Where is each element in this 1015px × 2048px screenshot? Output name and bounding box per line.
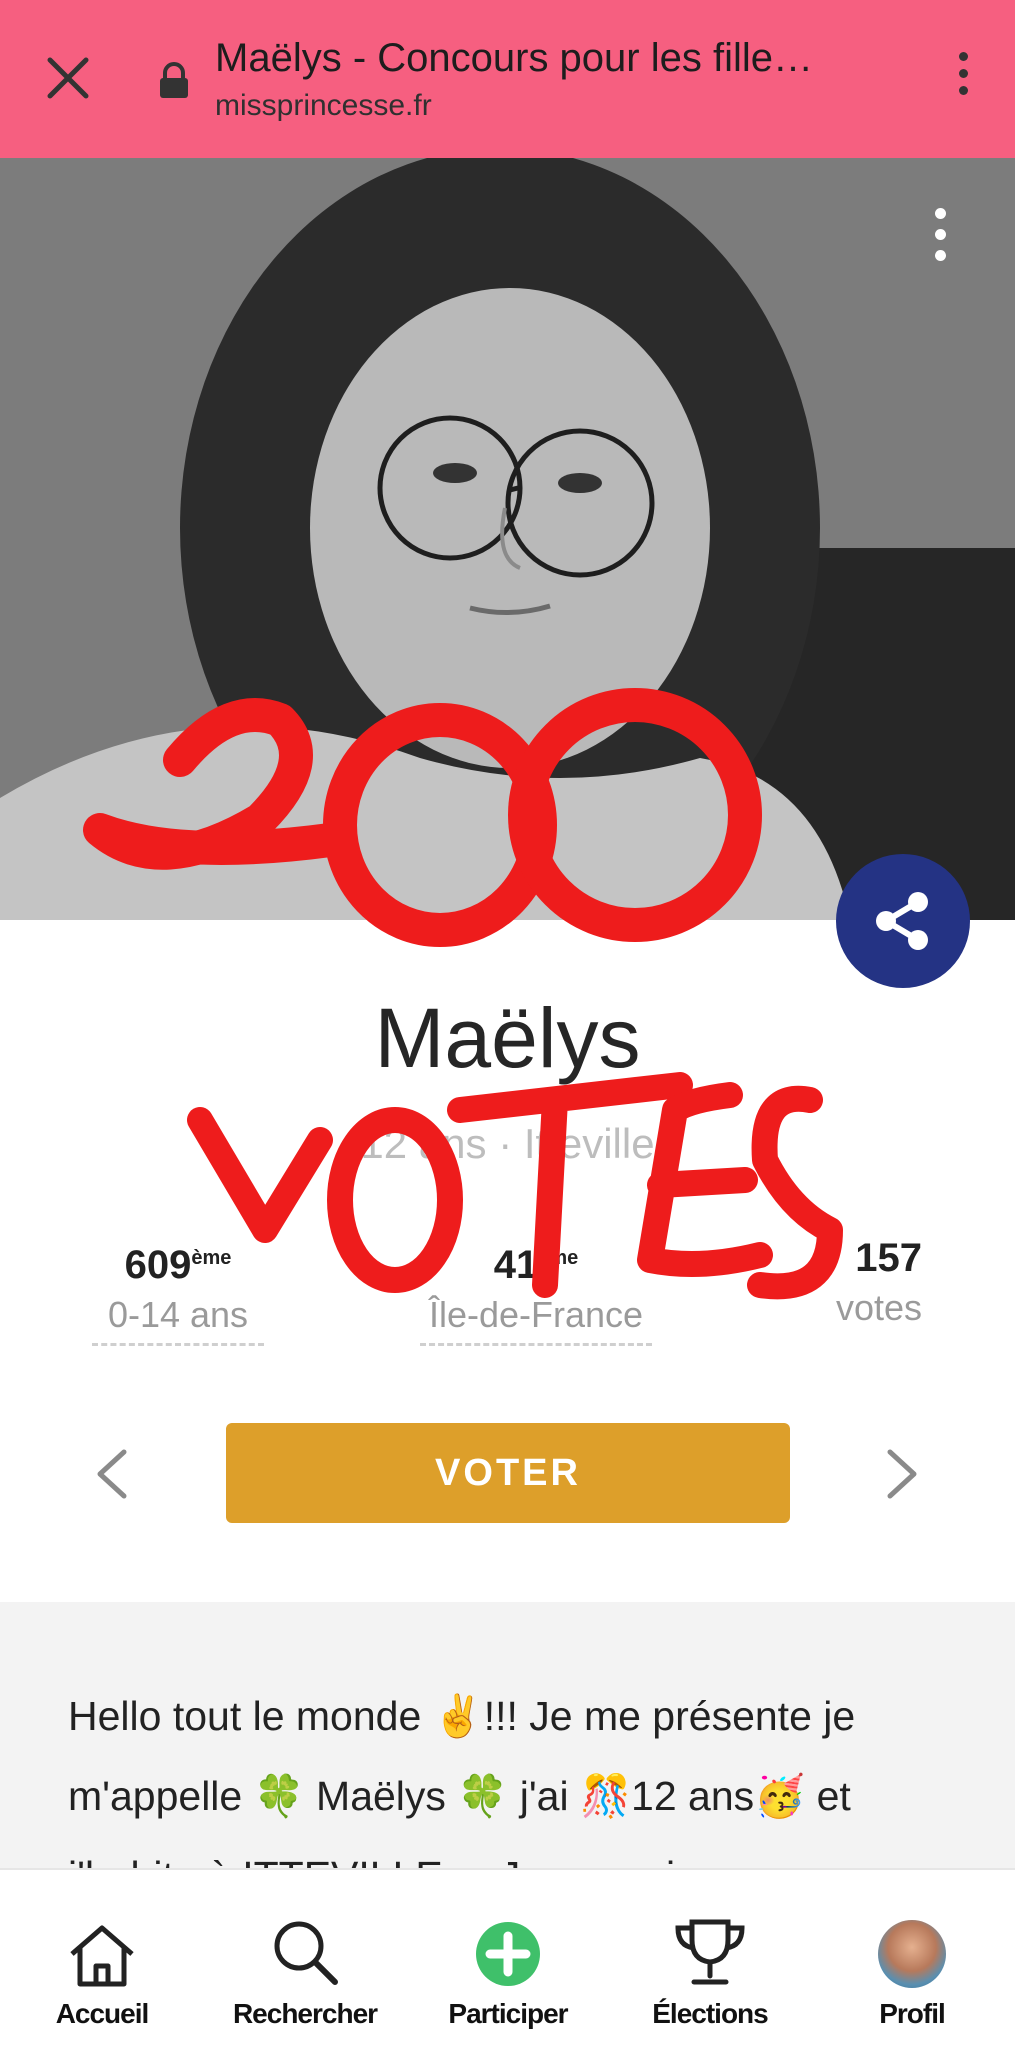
plus-circle-icon <box>408 1898 608 1988</box>
photo-illustration <box>0 158 1015 920</box>
rank-age-value: 609ème <box>124 1243 232 1287</box>
votes-stat: 157 votes <box>812 1232 922 1332</box>
browser-menu-button[interactable] <box>953 52 973 108</box>
rank-region-stat[interactable]: 41ème Île-de-France <box>420 1232 652 1346</box>
votes-label: votes <box>835 1287 922 1328</box>
browser-title-area[interactable]: Maëlys - Concours pour les fille… misspr… <box>215 30 915 126</box>
photo-menu-button[interactable] <box>933 208 947 271</box>
profile-photo <box>0 158 1015 920</box>
home-icon <box>2 1898 202 1988</box>
description-box: Hello tout le monde ✌️!!! Je me présente… <box>0 1602 1015 1872</box>
close-icon <box>47 57 89 99</box>
page-title: Maëlys - Concours pour les fille… <box>215 36 813 80</box>
nav-elections[interactable]: Élections <box>610 1870 810 2048</box>
nav-rechercher-label: Rechercher <box>232 1998 378 2029</box>
more-vertical-icon-dot <box>958 86 968 95</box>
page: Maëlys - Concours pour les fille… misspr… <box>0 0 1015 2048</box>
avatar <box>878 1920 946 1988</box>
page-url: missprincesse.fr <box>215 89 432 122</box>
previous-button[interactable] <box>92 1446 132 1502</box>
share-button[interactable] <box>836 854 970 988</box>
description-text: Hello tout le monde ✌️!!! Je me présente… <box>68 1693 856 1872</box>
search-icon <box>205 1898 405 1988</box>
nav-accueil[interactable]: Accueil <box>2 1870 202 2048</box>
rank-region-value: 41ème <box>493 1243 579 1287</box>
bottom-navigation: Accueil Rechercher Participer Élections … <box>0 1868 1015 2048</box>
more-vertical-icon-dot <box>934 229 946 240</box>
nav-participer-label: Participer <box>448 1998 568 2029</box>
nav-rechercher[interactable]: Rechercher <box>205 1870 405 2048</box>
votes-value: 157 <box>855 1236 922 1280</box>
vote-button[interactable]: VOTER <box>226 1423 790 1523</box>
avatar-wrap <box>812 1898 1012 1988</box>
next-button[interactable] <box>882 1446 922 1502</box>
chevron-right-icon <box>887 1449 917 1499</box>
nav-elections-label: Élections <box>652 1998 768 2029</box>
rank-age-stat[interactable]: 609ème 0-14 ans <box>92 1232 264 1346</box>
more-vertical-icon <box>958 52 968 61</box>
more-vertical-icon-dot <box>934 250 946 261</box>
nav-profil-label: Profil <box>879 1998 946 2029</box>
rank-region-label: Île-de-France <box>420 1291 652 1346</box>
nav-accueil-label: Accueil <box>55 1998 150 2029</box>
trophy-icon <box>610 1898 810 1988</box>
rank-age-label: 0-14 ans <box>92 1291 264 1346</box>
profile-name: Maëlys <box>374 991 641 1085</box>
nav-participer[interactable]: Participer <box>408 1870 608 2048</box>
more-vertical-icon-dot <box>958 69 968 78</box>
close-button[interactable] <box>36 46 100 110</box>
share-icon <box>876 892 928 950</box>
nav-profil[interactable]: Profil <box>812 1870 1012 2048</box>
profile-subtitle: 12 ans · Itteville <box>360 1120 655 1167</box>
more-vertical-icon <box>934 208 946 219</box>
lock-icon <box>158 62 190 100</box>
browser-top-bar: Maëlys - Concours pour les fille… misspr… <box>0 0 1015 158</box>
chevron-left-icon <box>97 1449 127 1499</box>
